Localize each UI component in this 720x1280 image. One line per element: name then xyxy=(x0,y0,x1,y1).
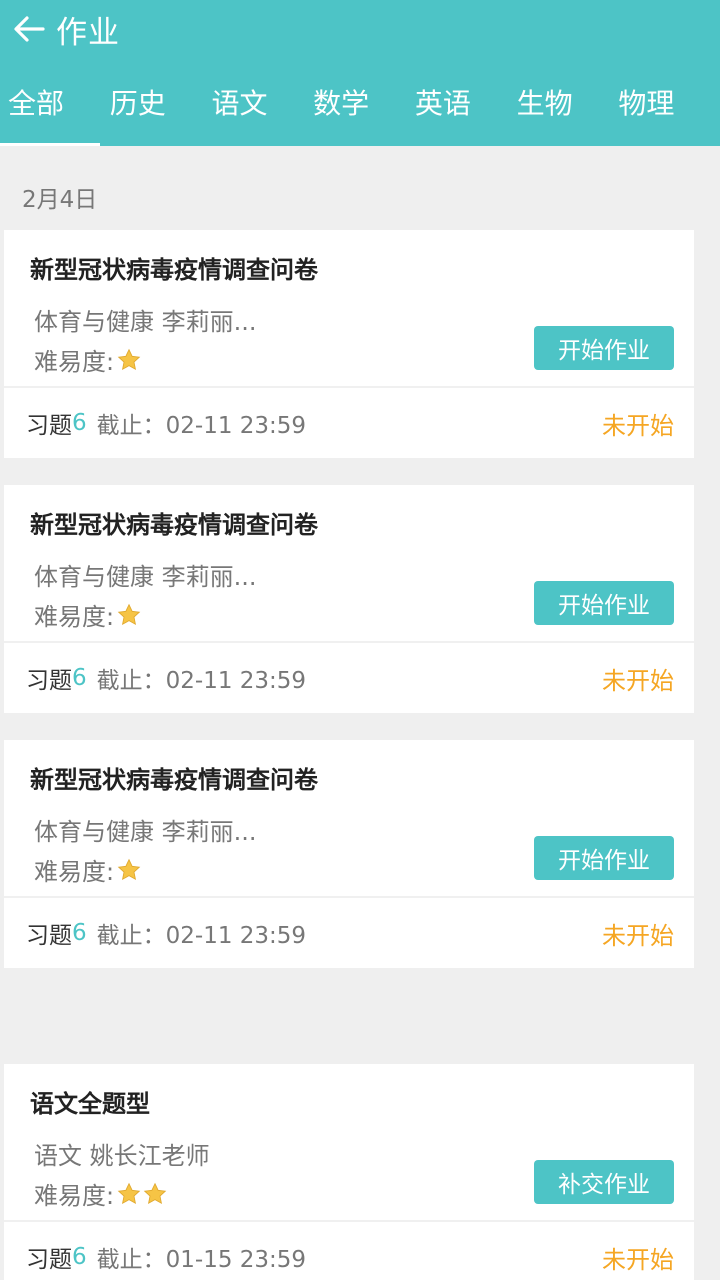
homework-title: 新型冠状病毒疫情调查问卷 xyxy=(30,766,318,794)
star-icon xyxy=(116,857,142,883)
difficulty: 难易度: xyxy=(34,1176,168,1211)
deadline: 截止：01-15 23:59 xyxy=(96,1247,307,1273)
homework-card[interactable]: 语文全题型语文 姚长江老师 难易度: 补交作业习题 6 截止：01-15 23:59 未开… xyxy=(4,1064,694,1280)
difficulty-stars xyxy=(116,857,142,883)
subject-teacher: 体育与健康 李莉丽... xyxy=(34,818,257,846)
status-badge: 未开始 xyxy=(602,921,674,950)
star-icon xyxy=(142,1181,168,1207)
star-icon xyxy=(116,347,142,373)
section-date: 2月4日 xyxy=(22,187,98,213)
question-label: 习题 xyxy=(26,413,72,439)
difficulty-stars xyxy=(116,602,142,628)
status-badge: 未开始 xyxy=(602,666,674,695)
subject-teacher: 体育与健康 李莉丽... xyxy=(34,563,257,591)
deadline: 截止：02-11 23:59 xyxy=(96,668,307,694)
homework-title: 新型冠状病毒疫情调查问卷 xyxy=(30,256,318,284)
status-badge: 未开始 xyxy=(602,1245,674,1274)
homework-card[interactable]: 新型冠状病毒疫情调查问卷体育与健康 李莉丽... 难易度: 开始作业习题 6 截止：02… xyxy=(4,230,694,458)
homework-card[interactable]: 新型冠状病毒疫情调查问卷体育与健康 李莉丽... 难易度: 开始作业习题 6 截止：02… xyxy=(4,740,694,968)
homework-action-button[interactable]: 开始作业 xyxy=(534,326,674,370)
difficulty-label: 难易度: xyxy=(34,348,115,376)
homework-action-button[interactable]: 开始作业 xyxy=(534,581,674,625)
difficulty: 难易度: xyxy=(34,342,142,377)
homework-action-button[interactable]: 开始作业 xyxy=(534,836,674,880)
homework-action-button[interactable]: 补交作业 xyxy=(534,1160,674,1204)
difficulty-label: 难易度: xyxy=(34,603,115,631)
difficulty: 难易度: xyxy=(34,597,142,632)
difficulty-label: 难易度: xyxy=(34,1182,115,1210)
deadline: 截止：02-11 23:59 xyxy=(96,413,307,439)
homework-screen: 作业 全部 历史 语文 数学 英语 生物 物理 2月4日 新型冠状病毒疫情调查问卷… xyxy=(0,0,720,1280)
star-icon xyxy=(116,1181,142,1207)
card-footer: 习题 6 截止：02-11 23:59 未开始 xyxy=(4,641,694,713)
homework-title: 语文全题型 xyxy=(30,1090,150,1118)
card-footer: 习题 6 截止：02-11 23:59 未开始 xyxy=(4,386,694,458)
subject-teacher: 语文 姚长江老师 xyxy=(34,1142,210,1170)
status-badge: 未开始 xyxy=(602,411,674,440)
card-body: 语文全题型语文 姚长江老师 难易度: 补交作业 xyxy=(4,1064,694,1220)
question-count: 6 xyxy=(72,665,87,691)
question-count: 6 xyxy=(72,410,87,436)
card-footer: 习题 6 截止：01-15 23:59 未开始 xyxy=(4,1220,694,1280)
difficulty-stars xyxy=(116,1181,168,1207)
difficulty-stars xyxy=(116,347,142,373)
deadline: 截止：02-11 23:59 xyxy=(96,923,307,949)
card-body: 新型冠状病毒疫情调查问卷体育与健康 李莉丽... 难易度: 开始作业 xyxy=(4,230,694,386)
homework-list: 2月4日 新型冠状病毒疫情调查问卷 体育与健康 李莉丽... 难易度: 开始作业 习题 6 截… xyxy=(0,0,720,1280)
homework-card[interactable]: 新型冠状病毒疫情调查问卷体育与健康 李莉丽... 难易度: 开始作业习题 6 截止：02… xyxy=(4,485,694,713)
difficulty: 难易度: xyxy=(34,852,142,887)
card-body: 新型冠状病毒疫情调查问卷体育与健康 李莉丽... 难易度: 开始作业 xyxy=(4,485,694,641)
difficulty-label: 难易度: xyxy=(34,858,115,886)
question-label: 习题 xyxy=(26,1247,72,1273)
card-body: 新型冠状病毒疫情调查问卷体育与健康 李莉丽... 难易度: 开始作业 xyxy=(4,740,694,896)
question-count: 6 xyxy=(72,1244,87,1270)
question-label: 习题 xyxy=(26,668,72,694)
question-label: 习题 xyxy=(26,923,72,949)
subject-teacher: 体育与健康 李莉丽... xyxy=(34,308,257,336)
homework-title: 新型冠状病毒疫情调查问卷 xyxy=(30,511,318,539)
question-count: 6 xyxy=(72,920,87,946)
card-footer: 习题 6 截止：02-11 23:59 未开始 xyxy=(4,896,694,968)
star-icon xyxy=(116,602,142,628)
